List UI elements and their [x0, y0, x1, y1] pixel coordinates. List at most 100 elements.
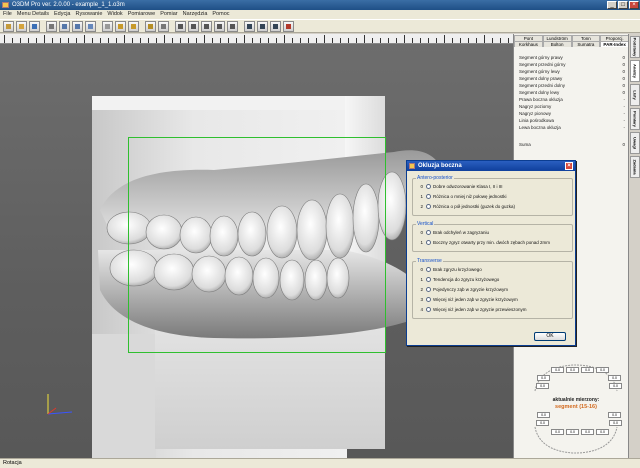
par-row-label: Prawa boczna okluzja — [519, 97, 563, 102]
option-group-transverse: Transverse 0 Brak zgryzu krzyżowego 1 Tenden… — [412, 258, 573, 319]
tab-korkhaus[interactable]: Korkhaus — [514, 41, 543, 47]
score-option[interactable]: 2 Różnica o pół jednostki (guzek do guzka… — [417, 204, 515, 209]
side-tab-uwagi[interactable]: Uwagi — [630, 132, 640, 154]
score-option[interactable]: 0 Brak odchyleń w zagryzaniu — [417, 230, 489, 235]
jaw-measure-cell[interactable]: 0.0 — [581, 367, 594, 373]
side-tab-podstawy[interactable]: Podstawy — [630, 36, 640, 58]
side-tab-pomiary[interactable]: Pomiary — [630, 108, 640, 130]
jaw-measure-cell[interactable]: 0.0 — [551, 367, 564, 373]
par-row-label: Linia pośrodkowa — [519, 118, 555, 123]
new-file-icon[interactable] — [3, 21, 14, 32]
score-option[interactable]: 3 Więcej niż jeden ząb w zgryzie krzyżowy… — [417, 297, 518, 302]
ok-button[interactable]: OK — [534, 332, 566, 341]
close-button[interactable]: × — [629, 1, 639, 9]
view-left-icon[interactable] — [188, 21, 199, 32]
view-front-icon[interactable] — [175, 21, 186, 32]
dialog-app-icon — [409, 163, 415, 169]
score-value: 2 — [420, 287, 423, 292]
minimize-button[interactable]: _ — [607, 1, 617, 9]
radio-button[interactable] — [426, 204, 431, 209]
occlusion-icon[interactable] — [85, 21, 96, 32]
score-option-label: Brak zgryzu krzyżowego — [433, 267, 482, 272]
par-row-value: 0 — [622, 62, 625, 67]
section-icon[interactable] — [270, 21, 281, 32]
jaw-measure-cell[interactable]: 0.0 — [609, 420, 622, 426]
side-tab-listy[interactable]: Listy — [630, 84, 640, 106]
save-icon[interactable] — [29, 21, 40, 32]
maximize-button[interactable]: □ — [618, 1, 628, 9]
par-row: Segment dolny lewy 0 — [519, 89, 625, 96]
menu-item[interactable]: Narzędzia — [183, 10, 208, 19]
radio-button[interactable] — [426, 307, 431, 312]
jaw-measure-cell[interactable]: 0.0 — [596, 367, 609, 373]
jaw-measure-cell[interactable]: 0.0 — [609, 383, 622, 389]
tab-sumatra[interactable]: Sumatra — [571, 41, 601, 47]
reset-view-icon[interactable] — [283, 21, 294, 32]
menu-item[interactable]: Widok — [107, 10, 122, 19]
radio-button[interactable] — [426, 184, 431, 189]
side-tab-analizy[interactable]: Analizy — [630, 60, 640, 82]
jaw-measure-cell[interactable]: 0.0 — [608, 412, 621, 418]
menu-item[interactable]: Pomiar — [160, 10, 177, 19]
score-option[interactable]: 1 Różnica o mniej niż połowę jednostki — [417, 194, 507, 199]
menu-item[interactable]: File — [3, 10, 12, 19]
jaw-measure-cell[interactable]: 0.0 — [536, 420, 549, 426]
score-value: 4 — [420, 307, 423, 312]
jaw-measure-cell[interactable]: 0.0 — [596, 429, 609, 435]
radio-button[interactable] — [426, 230, 431, 235]
menu-bar: File Menu Details Edycja Rysowanie Widok Pomi… — [0, 10, 640, 19]
view-bottom-icon[interactable] — [227, 21, 238, 32]
par-row: Nagryz pionowy - — [519, 110, 625, 117]
shaded-icon[interactable] — [257, 21, 268, 32]
upper-jaw-icon[interactable] — [59, 21, 70, 32]
score-option[interactable]: 0 Dobre odwzorowanie Klasa I, II i III — [417, 184, 503, 189]
score-option[interactable]: 0 Brak zgryzu krzyżowego — [417, 267, 482, 272]
jaw-measure-cell[interactable]: 0.0 — [537, 412, 550, 418]
par-row-value: 0 — [622, 69, 625, 74]
score-option[interactable]: 1 Boczny zgryz otwarty przy min. dwóch zę… — [417, 240, 550, 245]
dialog-title-bar: Okluzja boczna × — [407, 161, 575, 171]
jaw-measure-cell[interactable]: 0.0 — [536, 383, 549, 389]
wireframe-icon[interactable] — [244, 21, 255, 32]
tab-par-index[interactable]: PAR-Index — [600, 41, 629, 47]
open-folder-icon[interactable] — [16, 21, 27, 32]
par-row: Linia pośrodkowa - — [519, 117, 625, 124]
grid-icon[interactable] — [145, 21, 156, 32]
jaw-measure-cell[interactable]: 0.0 — [608, 375, 621, 381]
tab-bolton[interactable]: Bolton — [542, 41, 572, 47]
score-option[interactable]: 1 Tendencja do zgryzu krzyżowego — [417, 277, 499, 282]
menu-item[interactable]: Edycja — [54, 10, 71, 19]
radio-button[interactable] — [426, 240, 431, 245]
menu-item[interactable]: Pomoc — [212, 10, 229, 19]
menu-item[interactable]: Pomiarowe — [128, 10, 156, 19]
side-tab-zadania[interactable]: Zadania — [630, 156, 640, 178]
par-row-label: Lewa boczna okluzja — [519, 125, 561, 130]
par-row-label: Segment przedni górny — [519, 62, 566, 67]
model-view-icon[interactable] — [46, 21, 57, 32]
menu-item[interactable]: Menu Details — [17, 10, 49, 19]
jaw-measure-cell[interactable]: 0.0 — [537, 375, 550, 381]
radio-button[interactable] — [426, 277, 431, 282]
zoom-in-icon[interactable] — [158, 21, 169, 32]
score-option[interactable]: 2 Pojedynczy ząb w zgryzie krzyżowym — [417, 287, 508, 292]
radio-button[interactable] — [426, 194, 431, 199]
score-option[interactable]: 4 Więcej niż jeden ząb w zgryzie przewies… — [417, 307, 527, 312]
view-top-icon[interactable] — [214, 21, 225, 32]
radio-button[interactable] — [426, 287, 431, 292]
par-index-table: Segment górny prawy 0 Segment przedni górn… — [519, 54, 625, 148]
radio-button[interactable] — [426, 267, 431, 272]
radio-button[interactable] — [426, 297, 431, 302]
angle-icon[interactable] — [128, 21, 139, 32]
jaw-measure-cell[interactable]: 0.0 — [566, 367, 579, 373]
jaw-measure-cell[interactable]: 0.0 — [581, 429, 594, 435]
jaw-measure-cell[interactable]: 0.0 — [566, 429, 579, 435]
ruler-icon[interactable] — [115, 21, 126, 32]
measure-icon[interactable] — [102, 21, 113, 32]
dialog-close-button[interactable]: × — [565, 162, 573, 170]
sum-row: Suma 0 — [519, 141, 625, 148]
lower-jaw-icon[interactable] — [72, 21, 83, 32]
menu-item[interactable]: Rysowanie — [76, 10, 103, 19]
measured-label: aktualnie mierzony: — [552, 397, 600, 403]
jaw-measure-cell[interactable]: 0.0 — [551, 429, 564, 435]
view-right-icon[interactable] — [201, 21, 212, 32]
